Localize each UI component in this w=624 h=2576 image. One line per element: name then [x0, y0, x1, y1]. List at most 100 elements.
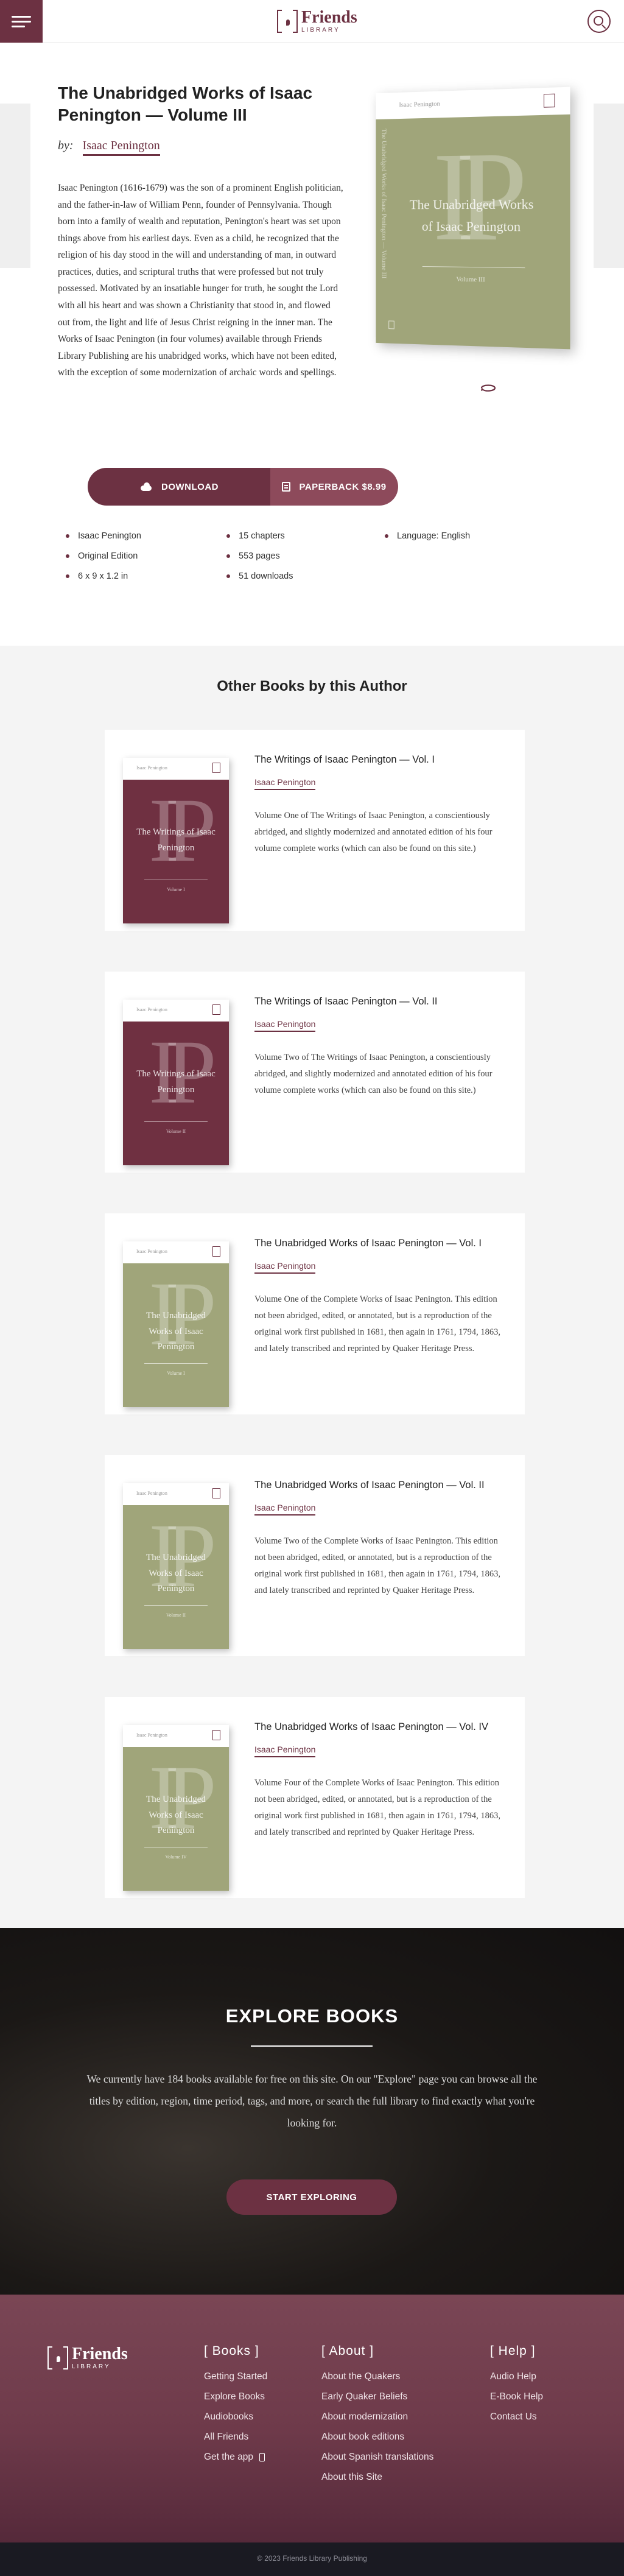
cover-title: The Unabridged Works of Isaac Penington — [376, 193, 570, 238]
bracket-logo-icon — [277, 10, 298, 33]
by-label: by: — [58, 139, 74, 152]
footer-link-quaker-beliefs[interactable]: Early Quaker Beliefs — [321, 2391, 407, 2402]
other-book-card[interactable]: Isaac Penington IP The Unabridged Works of… — [105, 1213, 525, 1414]
other-cover-volume: Volume II — [123, 1612, 229, 1618]
footer-link-book-editions[interactable]: About book editions — [321, 2432, 404, 2443]
other-cover-strip-author: Isaac Penington — [136, 1491, 167, 1496]
book-cover-3d[interactable]: Isaac Penington The Unabridged Works of … — [376, 87, 570, 350]
paperback-button[interactable]: PAPERBACK $8.99 — [270, 468, 398, 506]
meta-dimensions: 6 x 9 x 1.2 in — [66, 571, 128, 581]
other-cover-logo-icon — [212, 1488, 220, 1498]
hamburger-menu-icon[interactable] — [0, 0, 43, 43]
book-title: The Unabridged Works of Isaac Penington … — [58, 82, 344, 127]
other-book-author-link[interactable]: Isaac Penington — [254, 1503, 315, 1516]
other-cover-strip-author: Isaac Penington — [136, 1732, 167, 1738]
footer-link-get-the-app[interactable]: Get the app — [204, 2452, 265, 2463]
other-book-title[interactable]: The Writings of Isaac Penington — Vol. I — [254, 754, 510, 766]
footer-logo[interactable]: Friends LIBRARY — [47, 2344, 128, 2372]
meta-author: Isaac Penington — [66, 531, 141, 541]
author-link[interactable]: Isaac Penington — [83, 139, 160, 156]
footer-link-all-friends[interactable]: All Friends — [204, 2432, 248, 2443]
book-icon — [282, 482, 290, 492]
footer-link-spanish-translations[interactable]: About Spanish translations — [321, 2452, 433, 2463]
other-book-description: Volume Two of the Complete Works of Isaa… — [254, 1533, 504, 1599]
other-book-title[interactable]: The Unabridged Works of Isaac Penington … — [254, 1238, 510, 1249]
other-book-description: Volume Two of The Writings of Isaac Peni… — [254, 1050, 504, 1099]
meta-downloads: 51 downloads — [226, 571, 293, 581]
other-book-description: Volume One of The Writings of Isaac Peni… — [254, 808, 504, 857]
other-cover-logo-icon — [212, 1004, 220, 1015]
other-book-author-link[interactable]: Isaac Penington — [254, 777, 315, 790]
other-cover-title: The Writings of Isaac Penington — [123, 1067, 229, 1098]
other-book-cover[interactable]: Isaac Penington IP The Unabridged Works of… — [123, 1483, 229, 1649]
explore-divider — [251, 2045, 373, 2047]
other-cover-divider — [144, 1121, 208, 1122]
other-book-card[interactable]: Isaac Penington IP The Unabridged Works of… — [105, 1455, 525, 1656]
other-cover-strip-author: Isaac Penington — [136, 765, 167, 771]
footer-link-about-quakers[interactable]: About the Quakers — [321, 2371, 400, 2382]
other-cover-divider — [144, 1363, 208, 1364]
other-cover-strip-author: Isaac Penington — [136, 1249, 167, 1254]
other-book-card[interactable]: Isaac Penington IP The Unabridged Works of… — [105, 1697, 525, 1898]
other-cover-volume: Volume I — [123, 1371, 229, 1376]
other-book-card[interactable]: Isaac Penington IP The Writings of Isaac P… — [105, 972, 525, 1173]
meta-language: Language: English — [385, 531, 470, 541]
cover-divider — [422, 266, 525, 268]
logo-library-text: LIBRARY — [301, 27, 357, 34]
footer-bracket-logo-icon — [47, 2346, 68, 2370]
other-book-cover[interactable]: Isaac Penington IP The Writings of Isaac P… — [123, 1000, 229, 1165]
cover-strip-author: Isaac Penington — [399, 101, 440, 109]
book-description: Isaac Penington (1616-1679) was the son … — [58, 180, 344, 381]
other-book-description: Volume Four of the Complete Works of Isa… — [254, 1775, 504, 1841]
footer-link-about-site[interactable]: About this Site — [321, 2472, 382, 2483]
meta-pages: 553 pages — [226, 551, 280, 561]
other-books-heading: Other Books by this Author — [0, 678, 624, 695]
other-book-title[interactable]: The Unabridged Works of Isaac Penington … — [254, 1480, 510, 1491]
cloud-download-icon — [139, 482, 153, 491]
other-cover-title: The Unabridged Works of Isaac Penington — [123, 1792, 229, 1839]
footer-logo-friends: Friends — [72, 2346, 128, 2363]
cover-bottom-logo-icon — [388, 320, 394, 329]
other-cover-volume: Volume I — [123, 887, 229, 892]
other-cover-title: The Unabridged Works of Isaac Penington — [123, 1550, 229, 1597]
other-book-cover[interactable]: Isaac Penington IP The Unabridged Works of… — [123, 1725, 229, 1891]
explore-title: EXPLORE BOOKS — [0, 2005, 624, 2027]
other-cover-logo-icon — [212, 763, 220, 773]
explore-description: We currently have 184 books available fo… — [82, 2069, 542, 2134]
copyright-text: © 2023 Friends Library Publishing — [0, 2554, 624, 2563]
footer-link-audio-help[interactable]: Audio Help — [490, 2371, 536, 2382]
footer-link-explore-books[interactable]: Explore Books — [204, 2391, 265, 2402]
meta-chapters: 15 chapters — [226, 531, 285, 541]
other-cover-logo-icon — [212, 1730, 220, 1740]
other-cover-title: The Writings of Isaac Penington — [123, 825, 229, 856]
other-book-title[interactable]: The Writings of Isaac Penington — Vol. I… — [254, 996, 510, 1007]
logo-friends-text: Friends — [301, 9, 357, 26]
other-book-card[interactable]: Isaac Penington IP The Writings of Isaac P… — [105, 730, 525, 931]
other-book-cover[interactable]: Isaac Penington IP The Unabridged Works of… — [123, 1241, 229, 1407]
other-book-cover[interactable]: Isaac Penington IP The Writings of Isaac P… — [123, 758, 229, 923]
footer-link-audiobooks[interactable]: Audiobooks — [204, 2412, 253, 2422]
phone-icon — [259, 2453, 265, 2461]
author-byline: by: Isaac Penington — [58, 139, 160, 153]
download-button[interactable]: DOWNLOAD — [88, 468, 270, 506]
other-cover-volume: Volume IV — [123, 1854, 229, 1860]
start-exploring-button[interactable]: START EXPLORING — [226, 2179, 397, 2215]
download-label: DOWNLOAD — [161, 482, 219, 492]
footer-help-title: [ Help ] — [490, 2344, 536, 2359]
footer-link-contact-us[interactable]: Contact Us — [490, 2412, 537, 2422]
footer-logo-library: LIBRARY — [72, 2364, 128, 2370]
site-logo[interactable]: Friends LIBRARY — [277, 7, 357, 35]
other-book-title[interactable]: The Unabridged Works of Isaac Penington … — [254, 1721, 510, 1733]
other-cover-logo-icon — [212, 1246, 220, 1257]
other-book-author-link[interactable]: Isaac Penington — [254, 1019, 315, 1032]
search-icon[interactable] — [587, 10, 611, 33]
other-book-author-link[interactable]: Isaac Penington — [254, 1745, 315, 1757]
rotate-cover-icon[interactable] — [479, 383, 497, 393]
cover-logo-icon — [544, 94, 555, 108]
other-book-author-link[interactable]: Isaac Penington — [254, 1261, 315, 1274]
footer-link-ebook-help[interactable]: E-Book Help — [490, 2391, 543, 2402]
cover-volume: Volume III — [376, 275, 570, 285]
other-cover-strip-author: Isaac Penington — [136, 1007, 167, 1012]
footer-link-modernization[interactable]: About modernization — [321, 2412, 408, 2422]
footer-link-getting-started[interactable]: Getting Started — [204, 2371, 267, 2382]
